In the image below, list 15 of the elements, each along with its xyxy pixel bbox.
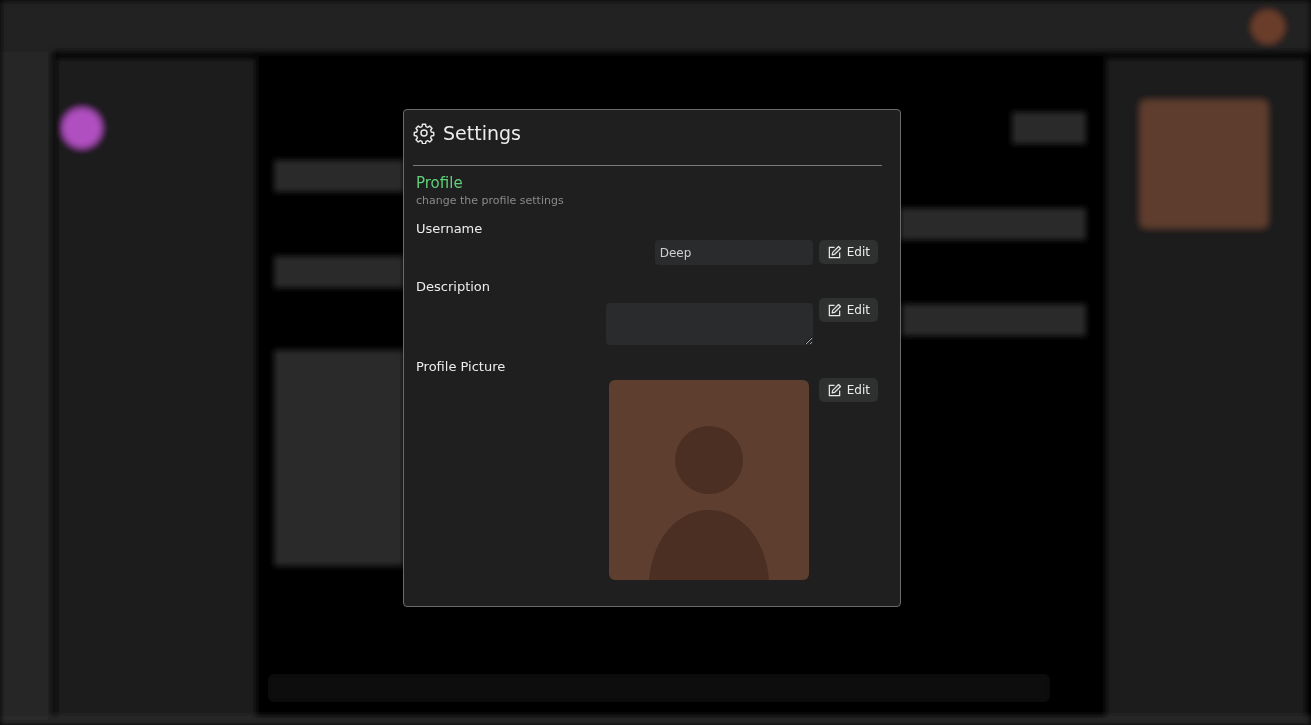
edit-button[interactable]: Edit: [818, 378, 878, 402]
field-label: Username: [416, 221, 484, 236]
edit-icon: [826, 382, 842, 398]
settings-icon: [413, 122, 435, 144]
section-title: Profile: [416, 174, 464, 192]
dialog-title: Settings: [443, 122, 521, 144]
section-subtitle: change the profile settings: [416, 194, 565, 207]
description-field[interactable]: [605, 303, 813, 345]
username-field[interactable]: Deep: [654, 240, 813, 265]
field-label: Profile Picture: [416, 359, 507, 374]
edit-icon: [826, 244, 842, 260]
field-label: Description: [416, 279, 492, 294]
edit-button[interactable]: Edit: [818, 298, 878, 322]
edit-button[interactable]: Edit: [818, 240, 878, 264]
edit-icon: [826, 302, 842, 318]
